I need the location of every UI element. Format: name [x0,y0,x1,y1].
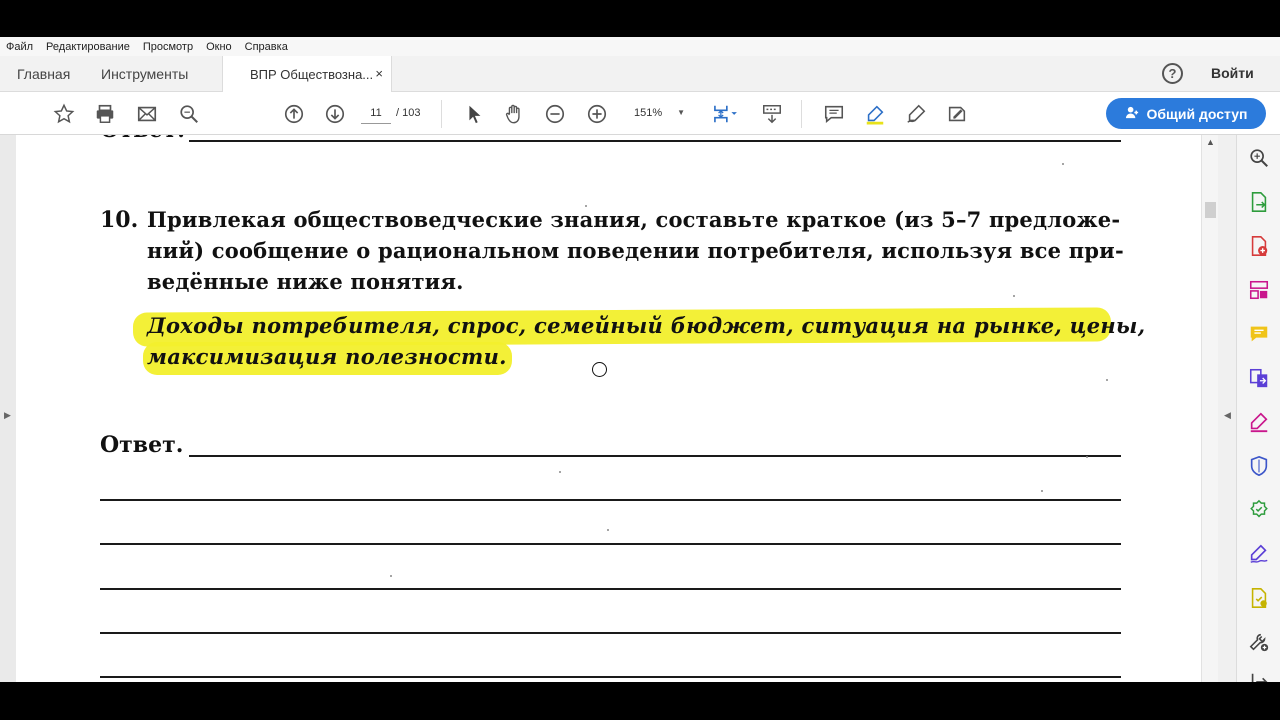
export-pdf-icon[interactable] [1248,191,1270,213]
close-tab-icon[interactable]: × [375,66,383,81]
email-icon[interactable] [135,102,159,126]
help-icon[interactable]: ? [1162,63,1183,84]
tab-bar: Главная Инструменты ВПР Обществозна... ×… [0,56,1280,93]
menu-window[interactable]: Окно [206,41,232,53]
search-icon[interactable] [177,102,201,126]
create-pdf-icon[interactable] [1248,235,1270,257]
bookmark-star-icon[interactable] [52,102,76,126]
fill-sign-icon[interactable] [945,102,969,126]
screen-border [0,682,1280,720]
hand-tool-icon[interactable] [502,102,526,126]
comment-tool-icon[interactable] [1248,323,1270,345]
user-add-icon [1125,105,1140,123]
right-panel-toggle: ◀ [1218,135,1236,682]
next-page-icon[interactable] [323,102,347,126]
print-icon[interactable] [93,102,117,126]
scan-speck [607,529,609,531]
request-signature-icon[interactable] [1248,543,1270,565]
answer-line [100,676,1121,678]
menu-view[interactable]: Просмотр [143,41,193,53]
scan-speck [559,471,561,473]
zoom-select[interactable]: 151% ▼ [625,102,691,124]
answer-line [189,455,1121,457]
send-for-review-icon[interactable] [1248,587,1270,609]
answer-line [100,588,1121,590]
page-fit-icon[interactable] [708,102,742,126]
collapse-right-panel-icon[interactable]: ◀ [1224,410,1231,421]
answer-line [189,140,1121,142]
previous-page-icon[interactable] [282,102,306,126]
tab-document[interactable]: ВПР Обществозна... × [222,56,392,93]
answer-line [100,632,1121,634]
sign-in-button[interactable]: Войти [1211,65,1254,81]
task-number: 10. [100,207,139,233]
zoom-in-icon[interactable] [585,102,609,126]
tab-home[interactable]: Главная [17,56,70,92]
chevron-down-icon: ▼ [677,108,685,117]
more-tools-icon[interactable] [1248,631,1270,653]
previous-answer-label: Ответ. [100,135,185,143]
share-button[interactable]: Общий доступ [1106,98,1266,129]
scan-speck [390,575,392,577]
comment-icon[interactable] [822,102,846,126]
expand-panel-icon[interactable] [1248,671,1270,682]
scan-speck [1062,163,1064,165]
pdf-page: Ответ. 10. Привлекая обществоведческие з… [16,135,1201,682]
task-text-line-2: ний) сообщение о рациональном поведении … [147,238,1124,263]
toolbar-divider [441,100,442,128]
answer-line [100,543,1121,545]
zoom-value: 151% [634,107,663,119]
expand-left-panel-icon[interactable]: ▶ [4,410,11,421]
scroll-up-icon[interactable]: ▲ [1206,137,1215,147]
left-panel-collapsed: ▶ [0,135,16,682]
menu-bar: Файл Редактирование Просмотр Окно Справк… [0,37,1280,56]
toolbar-divider [801,100,802,128]
highlight-pen-icon[interactable] [863,102,887,126]
select-cursor-icon[interactable] [462,102,486,126]
zoom-doc-icon[interactable] [1248,147,1270,169]
zoom-out-icon[interactable] [543,102,567,126]
tab-tools[interactable]: Инструменты [101,56,188,92]
concepts-line-2: максимизация полезности. [147,344,507,369]
fill-sign-tool-icon[interactable] [1248,411,1270,433]
task-text-line-1: Привлекая обществоведческие знания, сост… [147,207,1121,232]
menu-edit[interactable]: Редактирование [46,41,130,53]
share-button-label: Общий доступ [1146,105,1248,122]
menu-file[interactable]: Файл [6,41,33,53]
draw-pen-icon[interactable] [904,102,928,126]
scrollbar-thumb[interactable] [1205,202,1216,218]
document-area: ▶ Ответ. 10. Привлекая обществоведческие… [0,135,1236,682]
page-number-input[interactable]: 11 [361,102,391,124]
task-text-line-3: ведённые ниже понятия. [147,269,464,294]
scan-speck [1013,295,1015,297]
scan-speck [1086,456,1088,458]
scan-speck [1041,490,1043,492]
tab-document-title: ВПР Обществозна... [250,67,374,82]
scroll-mode-icon[interactable] [760,102,784,126]
menu-help[interactable]: Справка [245,41,288,53]
mouse-cursor-icon [592,362,607,377]
acrobat-window: Файл Редактирование Просмотр Окно Справк… [0,37,1280,682]
scan-speck [1106,379,1108,381]
vertical-scrollbar[interactable]: ▲ [1201,135,1218,682]
organize-pages-icon[interactable] [1248,279,1270,301]
answer-label: Ответ. [100,432,184,458]
toolbar: 11 / 103 151% ▼ Общий доступ [0,92,1280,135]
answer-line [100,499,1121,501]
page-total: / 103 [396,107,421,119]
concepts-line-1: Доходы потребителя, спрос, семейный бюдж… [147,313,1146,338]
scan-speck [585,205,587,207]
combine-files-icon[interactable] [1248,367,1270,389]
protect-icon[interactable] [1248,455,1270,477]
tools-sidebar [1236,135,1280,682]
optimize-pdf-icon[interactable] [1248,499,1270,521]
